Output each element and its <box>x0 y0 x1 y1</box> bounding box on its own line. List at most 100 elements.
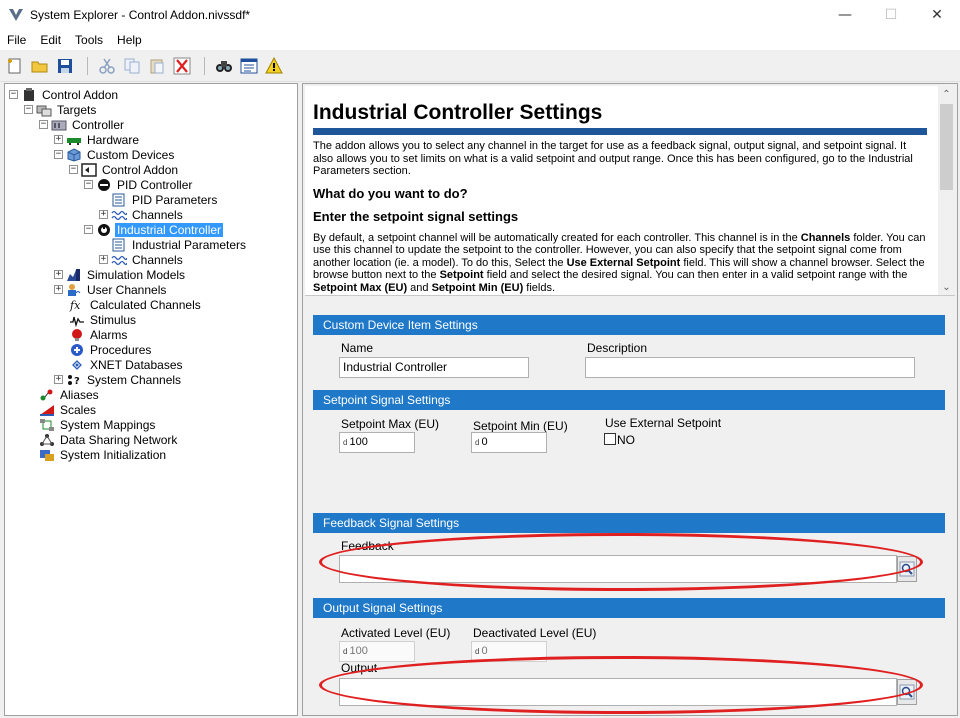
tree-node-alarms[interactable]: Alarms <box>69 327 129 342</box>
setpoint-max-label: Setpoint Max (EU) <box>341 417 440 431</box>
use-external-setpoint-label: Use External Setpoint <box>605 416 722 430</box>
copy-button[interactable] <box>121 55 143 77</box>
tree-node-label: Stimulus <box>90 312 137 327</box>
tree-node-controller[interactable]: − Controller <box>39 117 126 132</box>
menu-tools[interactable]: Tools <box>68 33 110 47</box>
pid-controller-icon <box>98 178 110 191</box>
project-icon <box>24 87 34 101</box>
toolbar-separator <box>87 56 88 75</box>
delete-button[interactable] <box>171 55 193 77</box>
properties-button[interactable] <box>238 55 260 77</box>
procedures-icon <box>71 343 83 356</box>
hardware-icon <box>67 137 81 145</box>
expand-toggle[interactable]: + <box>99 255 108 264</box>
system-explorer-tree[interactable]: − Control Addon − Targets − Controller +… <box>4 83 298 716</box>
tree-node-calculated-channels[interactable]: fx Calculated Channels <box>69 297 203 312</box>
custom-device-section-header: Custom Device Item Settings <box>313 315 945 335</box>
tree-node-xnet-databases[interactable]: XNET Databases <box>69 357 185 372</box>
expand-toggle[interactable]: + <box>54 375 63 384</box>
parameters-icon <box>112 193 125 206</box>
tree-node-label: Channels <box>132 207 183 222</box>
tree-node-aliases[interactable]: Aliases <box>39 387 101 402</box>
system-mappings-icon <box>40 418 54 431</box>
feedback-section-header: Feedback Signal Settings <box>313 513 945 533</box>
setpoint-min-field[interactable]: d0 <box>471 432 547 453</box>
description-label: Description <box>587 341 648 355</box>
new-button[interactable] <box>4 55 26 77</box>
tree-node-industrial-controller[interactable]: − Industrial Controller <box>84 221 225 238</box>
menu-help[interactable]: Help <box>110 33 149 47</box>
collapse-toggle[interactable]: − <box>39 120 48 129</box>
setpoint-max-field[interactable]: d 100 <box>339 432 415 453</box>
collapse-toggle[interactable]: − <box>69 165 78 174</box>
tree-node-user-channels[interactable]: + User Channels <box>54 282 168 297</box>
tree-node-procedures[interactable]: Procedures <box>69 342 153 357</box>
tree-node-targets[interactable]: − Targets <box>24 102 98 117</box>
title-bar: System Explorer - Control Addon.nivssdf*… <box>0 0 960 30</box>
expand-toggle[interactable]: + <box>99 210 108 219</box>
tree-node-label: System Initialization <box>60 447 167 462</box>
tree-node-custom-devices[interactable]: − Custom Devices <box>54 147 176 162</box>
tree-node-pid-controller[interactable]: − PID Controller <box>84 177 194 192</box>
help-setpoint-paragraph: By default, a setpoint channel will be a… <box>313 231 926 294</box>
tree-node-simulation-models[interactable]: + Simulation Models <box>54 267 187 282</box>
use-external-setpoint-checkbox[interactable] <box>604 433 616 445</box>
help-heading-setpoint: Enter the setpoint signal settings <box>313 208 519 224</box>
scroll-thumb[interactable] <box>940 104 953 190</box>
expand-toggle[interactable]: + <box>54 285 63 294</box>
collapse-toggle[interactable]: − <box>9 90 18 99</box>
save-icon <box>58 58 72 73</box>
tree-node-pid-parameters[interactable]: PID Parameters <box>99 192 219 207</box>
stimulus-icon <box>70 316 84 327</box>
collapse-toggle[interactable]: − <box>24 105 33 114</box>
tree-node-hardware[interactable]: + Hardware <box>54 132 141 147</box>
help-title-rule <box>313 128 927 135</box>
tree-node-label: XNET Databases <box>90 357 183 372</box>
paste-button[interactable] <box>146 55 168 77</box>
tree-node-label: System Channels <box>87 372 182 387</box>
tree-node-industrial-parameters[interactable]: Industrial Parameters <box>99 237 248 252</box>
tree-node-pid-channels[interactable]: + Channels <box>99 207 185 222</box>
addon-icon <box>81 162 97 177</box>
expand-toggle[interactable]: + <box>54 135 63 144</box>
tree-node-label: Alarms <box>90 327 128 342</box>
help-scrollbar[interactable]: ⌃ ⌄ <box>938 86 955 295</box>
collapse-toggle[interactable]: − <box>84 225 93 234</box>
tree-node-stimulus[interactable]: Stimulus <box>69 312 138 327</box>
cut-icon <box>99 58 115 74</box>
tree-node-system-initialization[interactable]: System Initialization <box>39 447 168 462</box>
warning-icon <box>265 56 283 73</box>
minimize-button[interactable]: — <box>822 0 868 30</box>
activated-level-field[interactable]: d 100 <box>339 641 415 662</box>
copy-icon <box>124 58 140 73</box>
tree-node-scales[interactable]: Scales <box>39 402 98 417</box>
tree-node-control-addon[interactable]: − Control Addon <box>9 87 120 102</box>
menu-file[interactable]: File <box>0 33 33 47</box>
maximize-button[interactable]: ☐ <box>868 0 914 30</box>
expand-toggle[interactable]: + <box>54 270 63 279</box>
tree-node-control-addon-device[interactable]: − Control Addon <box>69 162 180 177</box>
description-field[interactable] <box>585 357 915 378</box>
help-title: Industrial Controller Settings <box>313 101 603 124</box>
collapse-toggle[interactable]: − <box>54 150 63 159</box>
tree-node-data-sharing-network[interactable]: Data Sharing Network <box>39 432 179 447</box>
simulation-models-icon <box>67 268 80 281</box>
properties-icon <box>240 58 258 73</box>
tree-node-system-mappings[interactable]: System Mappings <box>39 417 157 432</box>
save-button[interactable] <box>54 55 76 77</box>
warning-button[interactable] <box>263 55 285 77</box>
find-button[interactable] <box>213 55 235 77</box>
close-button[interactable]: ✕ <box>914 0 960 30</box>
open-button[interactable] <box>29 55 51 77</box>
tree-node-system-channels[interactable]: + ? System Channels <box>54 372 183 387</box>
tree-node-label: Simulation Models <box>87 267 186 282</box>
cut-button[interactable] <box>96 55 118 77</box>
properties-panel: Industrial Controller Settings The addon… <box>302 83 958 716</box>
industrial-controller-icon <box>98 223 110 236</box>
tree-node-industrial-channels[interactable]: + Channels <box>99 252 185 267</box>
collapse-toggle[interactable]: − <box>84 180 93 189</box>
scroll-up-icon[interactable]: ⌃ <box>938 86 955 103</box>
scroll-down-icon[interactable]: ⌄ <box>938 279 955 295</box>
name-field[interactable]: Industrial Controller <box>339 357 529 378</box>
menu-edit[interactable]: Edit <box>33 33 68 47</box>
